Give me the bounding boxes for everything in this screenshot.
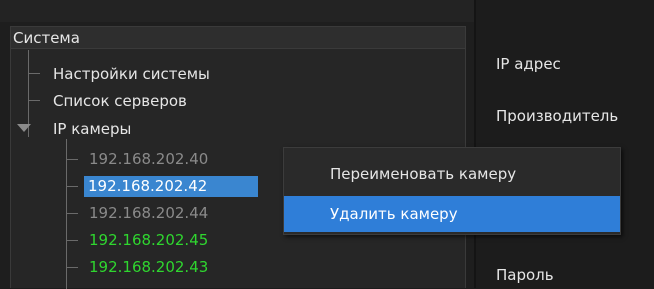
camera-item[interactable]: 192.168.202.40 — [89, 149, 208, 169]
tree-connector — [66, 267, 78, 268]
tree-item-system-settings[interactable]: Настройки системы — [53, 64, 210, 84]
left-panel: Система Настройки системы Список серверо… — [0, 0, 474, 289]
menu-item-delete-camera[interactable]: Удалить камеру — [284, 196, 620, 232]
camera-item-selected[interactable]: 192.168.202.42 — [84, 176, 258, 197]
tree-connector — [28, 100, 40, 101]
expand-arrow-icon[interactable] — [17, 124, 31, 132]
manufacturer-label: Производитель — [496, 107, 619, 125]
tree-item-server-list[interactable]: Список серверов — [53, 91, 187, 111]
tree-connector — [66, 213, 78, 214]
camera-item[interactable]: 192.168.202.43 — [89, 257, 208, 277]
camera-item[interactable]: 192.168.202.45 — [89, 230, 208, 250]
tree-connector — [66, 159, 78, 160]
tree-connector — [66, 240, 78, 241]
context-menu: Переименовать камеру Удалить камеру — [283, 147, 621, 235]
menu-item-rename-camera[interactable]: Переименовать камеру — [284, 156, 620, 192]
ip-address-label: IP адрес — [496, 55, 561, 73]
left-toolbar — [0, 0, 474, 22]
tree-item-ip-cameras[interactable]: IP камеры — [53, 119, 131, 139]
tree-connector — [28, 73, 40, 74]
password-label: Пароль — [496, 266, 554, 284]
camera-item[interactable]: 192.168.202.44 — [89, 203, 208, 223]
tree-root-system[interactable]: Система — [11, 27, 465, 49]
camera-settings-panel: IP адрес Производитель Пароль — [476, 0, 654, 288]
tree-connector — [66, 186, 78, 187]
